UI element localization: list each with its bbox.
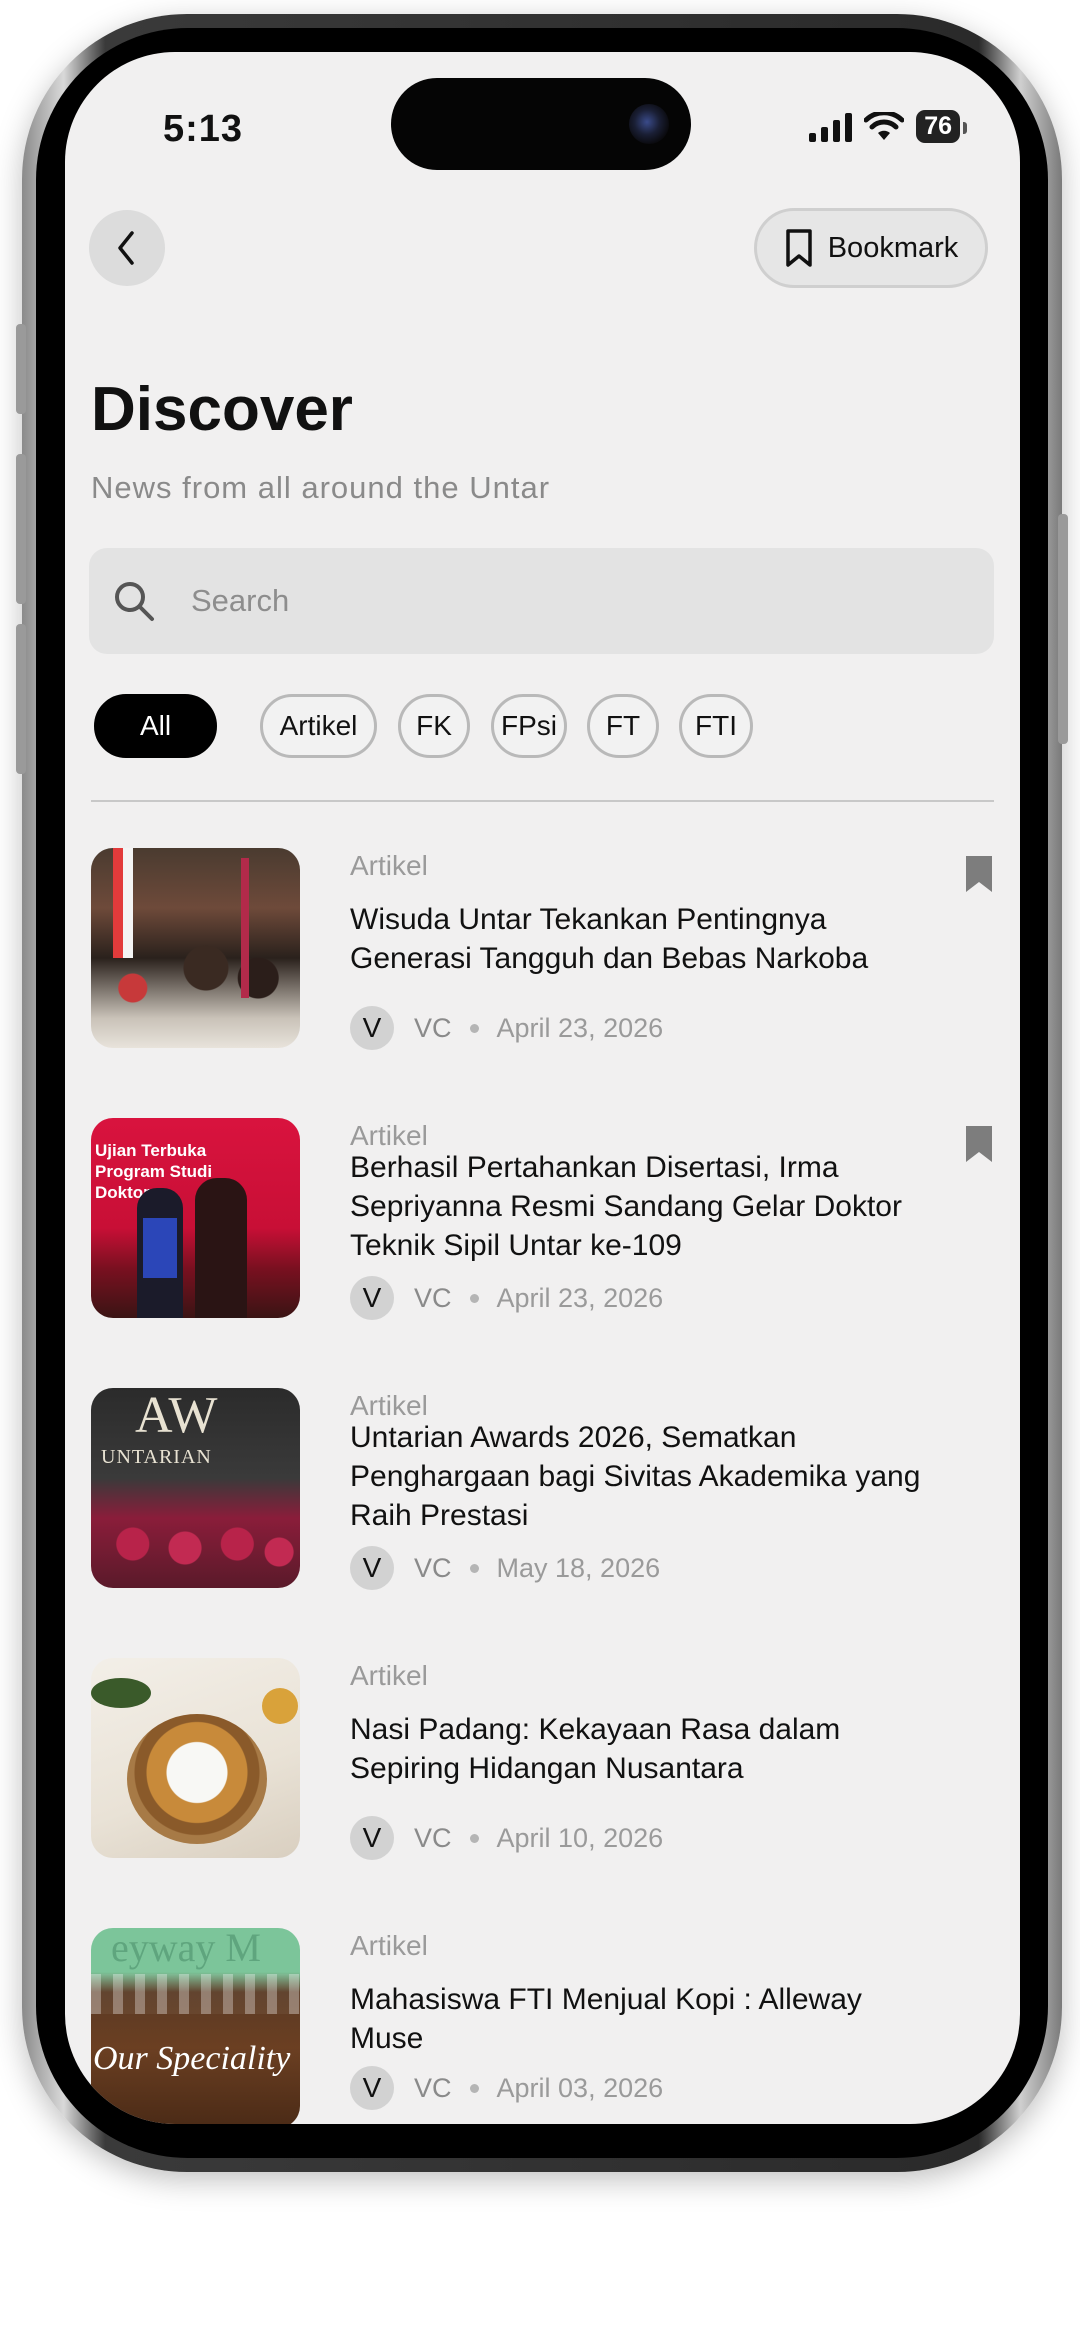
article-title: Berhasil Pertahankan Disertasi, Irma Sep… bbox=[350, 1151, 902, 1262]
avatar: V bbox=[350, 2066, 394, 2110]
article-author: VC bbox=[414, 1822, 452, 1853]
chip-all[interactable]: All bbox=[94, 694, 217, 758]
separator-dot bbox=[469, 1563, 479, 1573]
avatar: V bbox=[350, 1546, 394, 1590]
article-category: Artikel bbox=[350, 1660, 428, 1691]
article-item[interactable]: Artikel Wisuda Untar Tekankan Pentingnya… bbox=[91, 848, 994, 1050]
app-screen: 5:13 76 Bookmark Discover News from all … bbox=[65, 52, 1020, 2124]
search-bar[interactable] bbox=[89, 548, 994, 654]
battery-indicator: 76 bbox=[916, 110, 967, 143]
article-author: VC bbox=[414, 1552, 452, 1583]
article-date: April 03, 2026 bbox=[496, 2072, 664, 2103]
article-date: April 23, 2026 bbox=[496, 1012, 664, 1043]
avatar: V bbox=[350, 1276, 394, 1320]
bookmark-button-label: Bookmark bbox=[827, 231, 959, 264]
article-item[interactable]: Ujian Terbuka Program Studi Doktor Artik… bbox=[91, 1118, 994, 1320]
article-title: Nasi Padang: Kekayaan Rasa dalam Sepirin… bbox=[350, 1713, 841, 1785]
article-title: Wisuda Untar Tekankan Pentingnya Generas… bbox=[350, 903, 869, 975]
chip-artikel[interactable]: Artikel bbox=[260, 694, 377, 758]
chip-fti[interactable]: FTI bbox=[679, 694, 753, 758]
article-meta: V VC April 23, 2026 bbox=[350, 1006, 663, 1050]
avatar: V bbox=[350, 1816, 394, 1860]
article-author: VC bbox=[414, 1012, 452, 1043]
article-meta: V VC April 23, 2026 bbox=[350, 1276, 663, 1320]
search-input[interactable] bbox=[189, 582, 953, 620]
page-subtitle: News from all around the Untar bbox=[91, 470, 551, 505]
article-item[interactable]: Artikel Nasi Padang: Kekayaan Rasa dalam… bbox=[91, 1658, 994, 1860]
article-author: VC bbox=[414, 2072, 452, 2103]
power-button bbox=[1058, 514, 1068, 744]
thumbnail-text: eyway M bbox=[111, 1928, 261, 1970]
side-button bbox=[16, 324, 26, 414]
divider bbox=[91, 800, 994, 802]
article-meta: V VC May 18, 2026 bbox=[350, 1546, 660, 1590]
article-thumbnail bbox=[91, 1658, 300, 1858]
article-thumbnail: Ujian Terbuka Program Studi Doktor bbox=[91, 1118, 300, 1318]
volume-down-button bbox=[16, 624, 26, 774]
thumbnail-text: AW bbox=[135, 1388, 218, 1444]
page-title: Discover bbox=[91, 375, 353, 444]
bookmark-filled-icon[interactable] bbox=[964, 1124, 994, 1164]
search-icon bbox=[111, 578, 157, 624]
chip-ft[interactable]: FT bbox=[587, 694, 659, 758]
bookmark-filled-icon[interactable] bbox=[964, 854, 994, 894]
article-item[interactable]: eyway M Our Speciality Artikel Mahasiswa… bbox=[91, 1928, 994, 2124]
article-meta: V VC April 10, 2026 bbox=[350, 1816, 663, 1860]
thumbnail-text: Ujian Terbuka bbox=[95, 1141, 207, 1160]
status-time: 5:13 bbox=[163, 108, 244, 150]
article-date: April 10, 2026 bbox=[496, 1822, 664, 1853]
bookmark-outline-icon bbox=[785, 229, 812, 267]
article-thumbnail: AW UNTARIAN bbox=[91, 1388, 300, 1588]
wifi-icon bbox=[864, 111, 905, 140]
article-category: Artikel bbox=[350, 850, 428, 881]
article-date: May 18, 2026 bbox=[496, 1552, 661, 1583]
separator-dot bbox=[469, 1293, 479, 1303]
separator-dot bbox=[469, 1833, 479, 1843]
status-icons: 76 bbox=[809, 110, 967, 143]
volume-up-button bbox=[16, 454, 26, 604]
article-meta: V VC April 03, 2026 bbox=[350, 2066, 663, 2110]
chip-fpsi[interactable]: FPsi bbox=[491, 694, 567, 758]
article-date: April 23, 2026 bbox=[496, 1282, 664, 1313]
article-author: VC bbox=[414, 1282, 452, 1313]
separator-dot bbox=[469, 1023, 479, 1033]
camera-icon bbox=[629, 104, 669, 144]
article-title: Mahasiswa FTI Menjual Kopi : Alleway Mus… bbox=[350, 1983, 862, 2055]
chip-fk[interactable]: FK bbox=[398, 694, 470, 758]
article-thumbnail: eyway M Our Speciality bbox=[91, 1928, 300, 2124]
article-category: Artikel bbox=[350, 1930, 428, 1961]
thumbnail-text: UNTARIAN bbox=[101, 1446, 212, 1468]
back-button[interactable] bbox=[89, 210, 165, 286]
article-item[interactable]: AW UNTARIAN Artikel Untarian Awards 2026… bbox=[91, 1388, 994, 1590]
article-thumbnail bbox=[91, 848, 300, 1048]
thumbnail-text: Program Studi bbox=[95, 1162, 213, 1181]
bookmark-button[interactable]: Bookmark bbox=[754, 208, 988, 288]
article-title: Untarian Awards 2026, Sematkan Pengharga… bbox=[350, 1421, 921, 1532]
signal-icon bbox=[809, 112, 853, 142]
dynamic-island bbox=[391, 78, 691, 170]
avatar: V bbox=[350, 1006, 394, 1050]
separator-dot bbox=[469, 2083, 479, 2093]
thumbnail-text: Our Speciality bbox=[93, 2040, 291, 2077]
chevron-left-icon bbox=[118, 231, 134, 265]
